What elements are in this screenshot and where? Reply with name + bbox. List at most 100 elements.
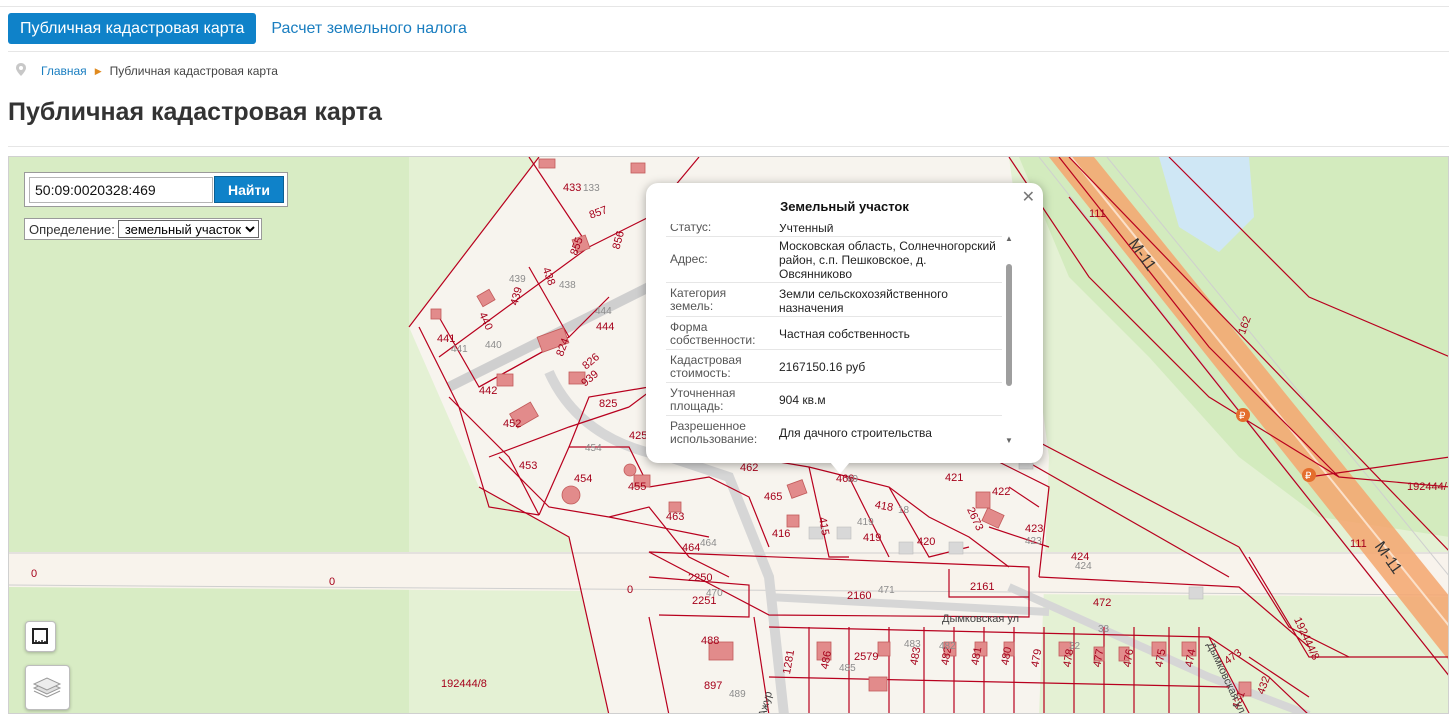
search-panel: Найти [24, 172, 288, 207]
svg-text:416: 416 [772, 528, 790, 540]
attribute-value: Земли сельскохозяйственного назначения [779, 287, 948, 315]
layers-icon [32, 677, 62, 698]
svg-text:470: 470 [706, 588, 723, 599]
attribute-label: Разрешенное использование: [670, 419, 758, 446]
svg-text:440: 440 [485, 340, 502, 351]
title-divider [8, 146, 1449, 147]
breadcrumb-arrow-icon: ▶ [94, 65, 102, 76]
tab-land-tax[interactable]: Расчет земельного налога [259, 13, 479, 44]
breadcrumb-home-link[interactable]: Главная [41, 64, 87, 78]
scroll-down-icon[interactable]: ▼ [1005, 436, 1013, 445]
svg-text:438: 438 [559, 280, 576, 291]
ruler-icon [32, 628, 48, 644]
svg-text:471: 471 [878, 585, 895, 596]
svg-text:444: 444 [596, 321, 614, 333]
svg-text:69: 69 [847, 474, 859, 485]
map-pin-icon [16, 63, 32, 79]
breadcrumb: Главная ▶ Публичная кадастровая карта [16, 62, 278, 80]
attribute-row-area: Уточненная площадь: 904 кв.м [666, 383, 1002, 416]
page-title: Публичная кадастровая карта [8, 98, 382, 126]
svg-text:420: 420 [917, 536, 935, 548]
svg-text:439: 439 [509, 274, 526, 285]
scroll-thumb[interactable] [1006, 264, 1012, 386]
cadastral-map[interactable]: 433 857 856 855 438 439 440 441 442 452 … [8, 156, 1449, 714]
attribute-row-cadastral-value: Кадастровая стоимость: 2167150.16 руб [666, 350, 1002, 383]
svg-text:2160: 2160 [847, 590, 871, 602]
layers-button[interactable] [25, 665, 70, 710]
top-tabs: Публичная кадастровая карта Расчет земел… [8, 13, 479, 44]
svg-text:433: 433 [563, 182, 581, 194]
parcel-info-popup: ✕ Земельный участок Статус: Учтенный Адр… [646, 183, 1043, 474]
svg-text:111: 111 [1089, 208, 1106, 220]
svg-text:453: 453 [519, 460, 537, 472]
attribute-value: Учтенный [779, 224, 834, 235]
attribute-row-ownership: Форма собственности: Частная собственнос… [666, 317, 1002, 350]
scroll-up-icon[interactable]: ▲ [1005, 234, 1013, 243]
attribute-row-address: Адрес: Московская область, Солнечногорск… [666, 237, 1002, 283]
attribute-value: 2167150.16 руб [779, 360, 866, 374]
attribute-row-permitted-use: Разрешенное использование: Для дачного с… [666, 416, 1002, 448]
svg-text:454: 454 [585, 443, 602, 454]
svg-text:₽: ₽ [1305, 471, 1312, 482]
svg-text:425: 425 [629, 430, 647, 442]
attribute-label: Адрес: [670, 252, 708, 266]
attribute-value: Для дачного строительства [779, 426, 932, 440]
svg-text:Дымковская ул: Дымковская ул [942, 613, 1019, 625]
find-button[interactable]: Найти [214, 176, 284, 203]
svg-text:472: 472 [1093, 597, 1111, 609]
svg-text:192444/8: 192444/8 [441, 678, 487, 690]
popup-pointer [830, 462, 850, 474]
svg-text:463: 463 [666, 511, 684, 523]
attribute-row-status: Статус: Учтенный [666, 224, 1002, 237]
definition-select[interactable]: земельный участок [117, 220, 259, 238]
svg-text:0: 0 [627, 584, 633, 596]
svg-text:483: 483 [904, 639, 921, 650]
attribute-value: 904 кв.м [779, 393, 826, 407]
svg-text:464: 464 [700, 538, 717, 549]
svg-text:482: 482 [939, 641, 956, 652]
definition-panel: Определение: земельный участок [24, 218, 262, 240]
svg-text:465: 465 [764, 491, 782, 503]
tab-cadastral-map[interactable]: Публичная кадастровая карта [8, 13, 257, 44]
svg-text:133: 133 [583, 183, 600, 194]
svg-text:2579: 2579 [854, 651, 878, 663]
svg-text:454: 454 [574, 473, 592, 485]
svg-text:18: 18 [898, 505, 910, 516]
svg-text:464: 464 [682, 542, 700, 554]
attribute-row-category: Категория земель: Земли сельскохозяйстве… [666, 283, 1002, 317]
svg-text:0: 0 [329, 576, 335, 588]
attribute-label: Категория земель: [670, 286, 727, 313]
tabs-divider [8, 51, 1449, 52]
attribute-label: Кадастровая стоимость: [670, 353, 742, 380]
svg-text:441: 441 [451, 344, 468, 355]
svg-text:111: 111 [1350, 538, 1367, 550]
popup-scrollbar[interactable]: ▲ ▼ [1004, 224, 1014, 449]
svg-text:419: 419 [857, 517, 874, 528]
svg-text:419: 419 [863, 532, 881, 544]
svg-text:442: 442 [479, 385, 497, 397]
attribute-label: Уточненная площадь: [670, 386, 736, 413]
svg-text:423: 423 [1025, 523, 1043, 535]
svg-text:897: 897 [704, 680, 722, 692]
svg-text:444: 444 [595, 306, 612, 317]
svg-text:422: 422 [992, 486, 1010, 498]
cadastral-number-input[interactable] [29, 177, 213, 203]
attribute-label: Статус: [670, 224, 712, 234]
breadcrumb-current: Публичная кадастровая карта [109, 64, 278, 78]
ruler-button[interactable] [25, 621, 56, 652]
definition-label: Определение: [29, 221, 115, 237]
svg-text:32: 32 [1069, 641, 1081, 652]
svg-text:423: 423 [1025, 536, 1042, 547]
svg-text:455: 455 [628, 481, 646, 493]
popup-attributes[interactable]: Статус: Учтенный Адрес: Московская облас… [666, 224, 1012, 448]
svg-text:0: 0 [31, 568, 37, 580]
attribute-value: Московская область, Солнечногорский райо… [779, 239, 996, 281]
attribute-label: Форма собственности: [670, 320, 756, 347]
svg-text:452: 452 [503, 418, 521, 430]
svg-text:192444/: 192444/ [1407, 481, 1448, 493]
svg-text:2161: 2161 [970, 581, 994, 593]
svg-text:462: 462 [740, 462, 758, 474]
svg-text:421: 421 [945, 472, 963, 484]
svg-text:424: 424 [1075, 561, 1092, 572]
popup-title: Земельный участок [780, 199, 909, 214]
